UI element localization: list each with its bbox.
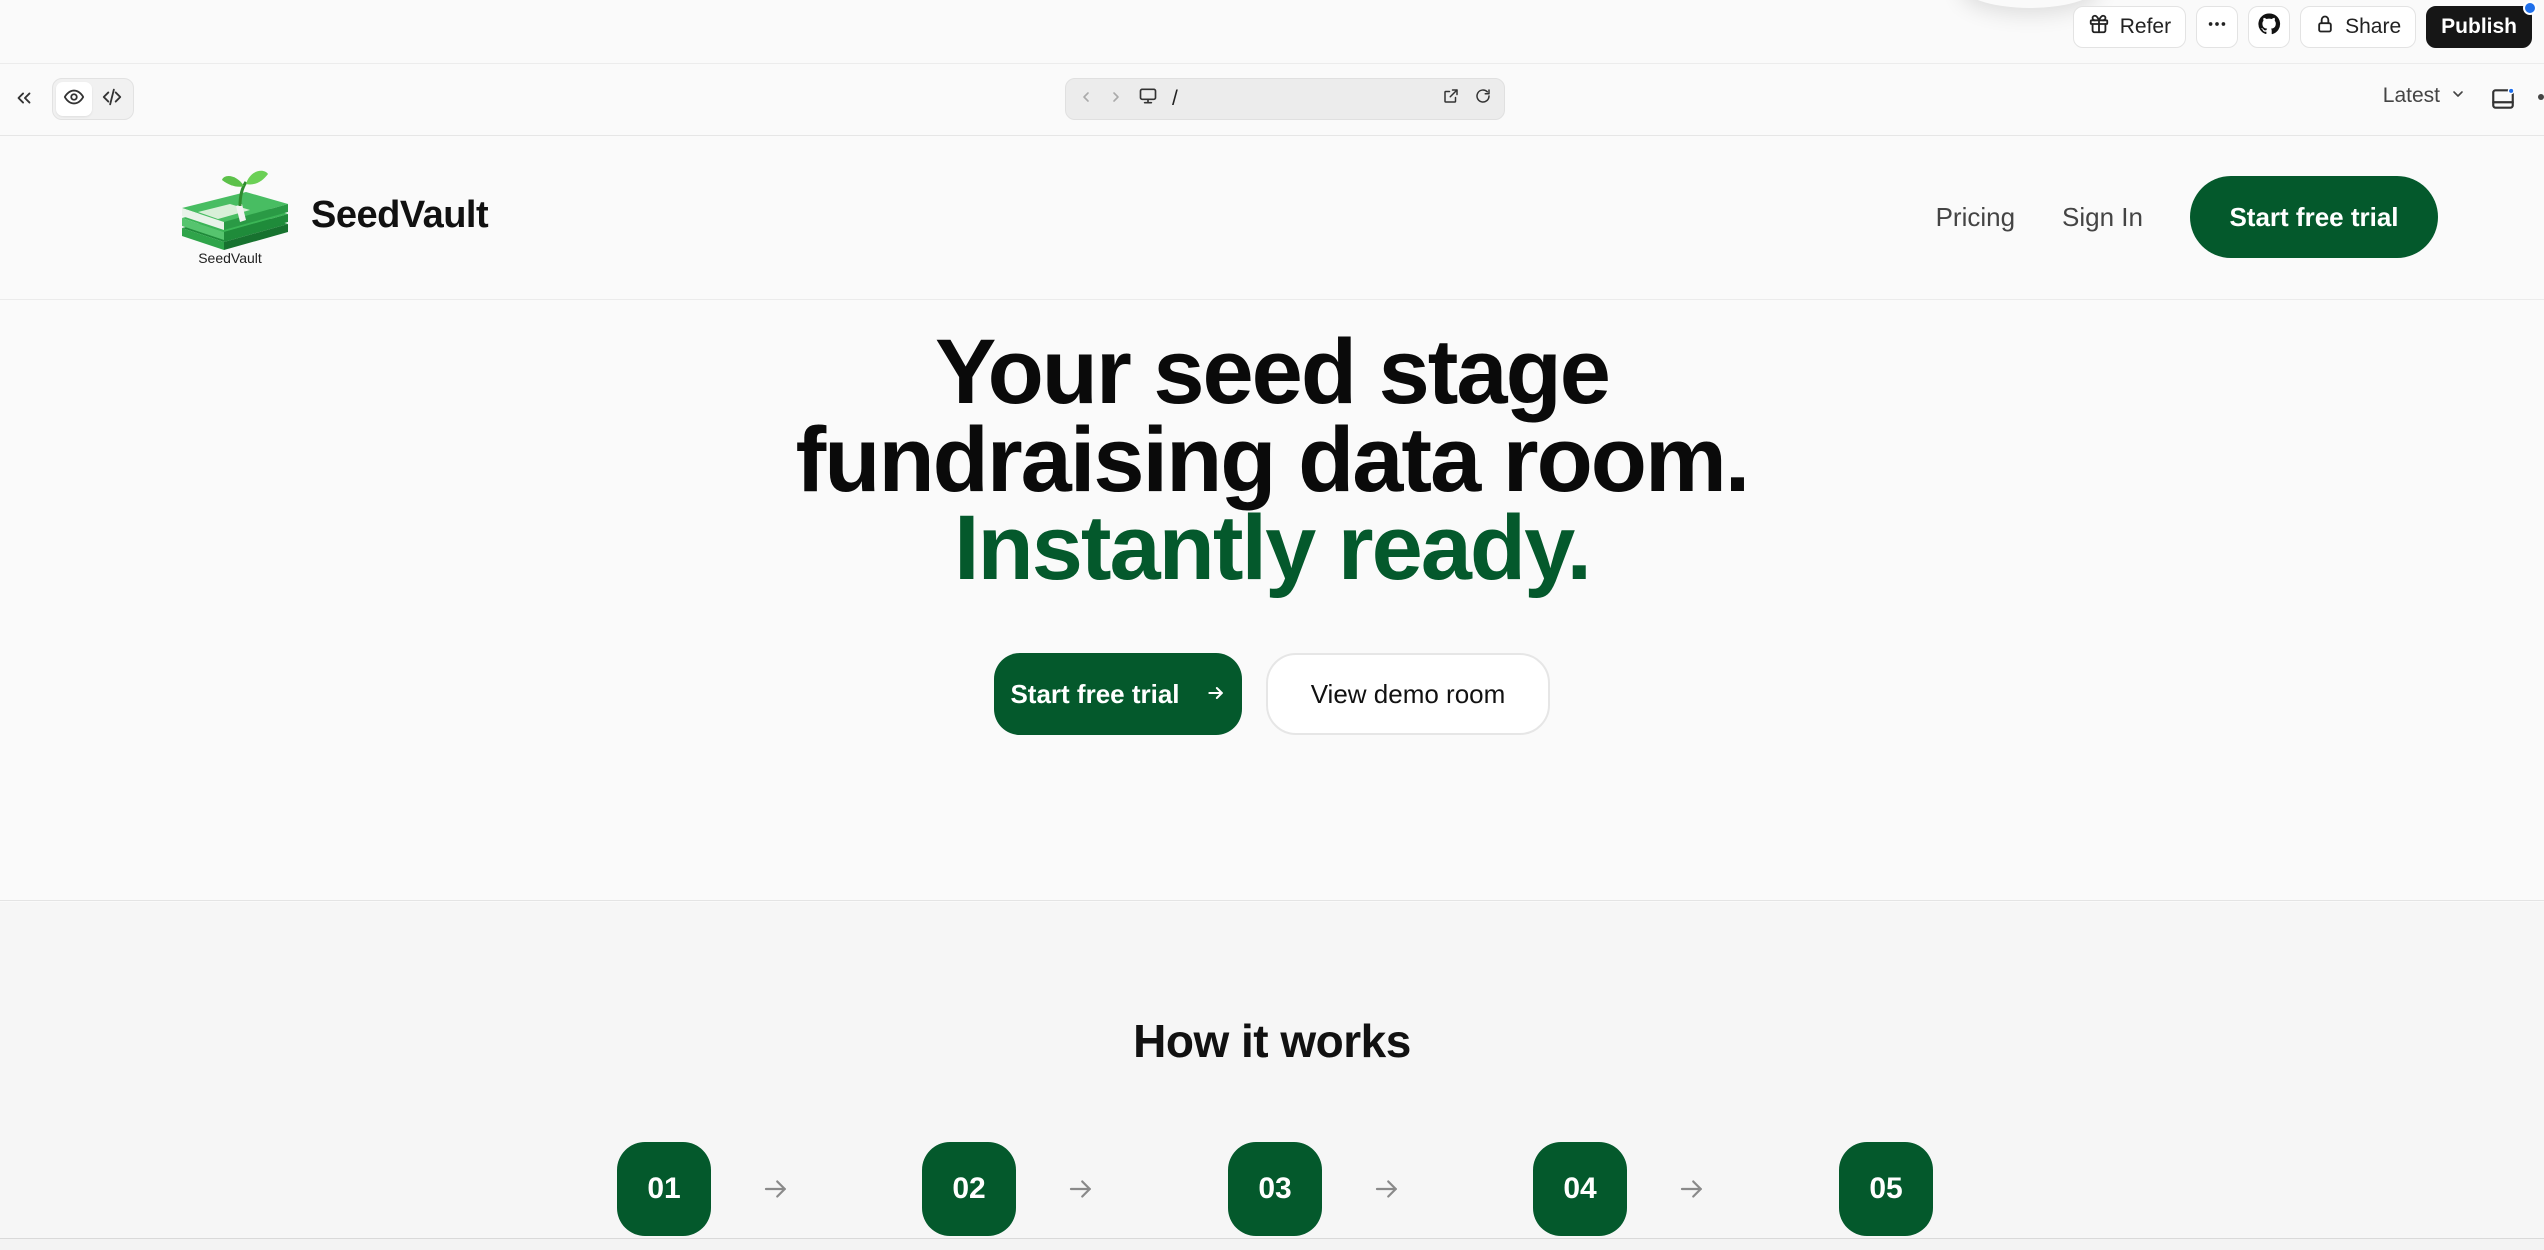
header-start-trial-button[interactable]: Start free trial [2190, 176, 2438, 258]
hero-start-trial-label: Start free trial [1010, 678, 1180, 709]
code-icon [101, 86, 123, 113]
site-header: SeedVault SeedVault Pricing Sign In Star… [0, 136, 2544, 300]
gift-icon [2088, 13, 2110, 41]
how-it-works-title: How it works [1133, 1015, 1411, 1067]
code-mode-button[interactable] [94, 82, 130, 116]
step-badge: 02 [922, 1142, 1016, 1236]
step-badge: 05 [1839, 1142, 1933, 1236]
arrow-right-icon [1206, 679, 1226, 710]
refresh-icon[interactable] [1474, 87, 1492, 111]
arrow-right-icon [761, 1174, 791, 1204]
github-icon [2257, 12, 2281, 42]
hero-section: Your seed stage fundraising data room. I… [0, 300, 2544, 901]
back-icon[interactable] [1078, 87, 1094, 111]
version-label: Latest [2382, 84, 2440, 107]
overflow-dot[interactable] [2538, 94, 2544, 100]
chevron-down-icon [2450, 84, 2466, 108]
monitor-icon[interactable] [1138, 86, 1158, 112]
preview-toolbar: / Latest [0, 64, 2544, 136]
bottom-divider [0, 1238, 2544, 1250]
layout-icon [2490, 87, 2516, 116]
step-badge: 03 [1228, 1142, 1322, 1236]
logo-caption: SeedVault [198, 250, 262, 266]
url-path[interactable]: / [1172, 87, 1428, 111]
url-bar: / [1065, 78, 1505, 120]
steps-row: 01 02 03 04 05 [617, 1142, 1937, 1236]
lock-icon [2315, 14, 2335, 40]
forward-icon[interactable] [1108, 87, 1124, 111]
view-demo-room-button[interactable]: View demo room [1266, 653, 1550, 735]
view-mode-toggle [52, 78, 134, 120]
github-button[interactable] [2248, 6, 2291, 48]
more-options-button[interactable] [2196, 6, 2239, 48]
collapse-icon [13, 87, 35, 114]
how-it-works-section: How it works 01 02 03 04 05 [0, 902, 2544, 1250]
layout-toggle-button[interactable] [2490, 86, 2516, 117]
hero-line-1: Your seed stage [935, 321, 1611, 423]
arrow-right-icon [1372, 1174, 1402, 1204]
refer-label: Refer [2119, 15, 2172, 38]
collapse-sidebar-button[interactable] [10, 86, 38, 114]
hero-start-trial-button[interactable]: Start free trial [994, 653, 1242, 735]
hero-actions: Start free trial View demo room [0, 653, 2544, 735]
step-badge: 04 [1533, 1142, 1627, 1236]
notification-dot [2523, 1, 2537, 15]
arrow-right-icon [1677, 1174, 1707, 1204]
step-badge: 01 [617, 1142, 711, 1236]
app-top-bar: Refer Share Publish [0, 0, 2544, 64]
eye-icon [63, 86, 85, 113]
share-label: Share [2345, 15, 2402, 38]
refer-button[interactable]: Refer [2072, 6, 2187, 48]
hero-headline: Your seed stage fundraising data room. I… [0, 326, 2544, 599]
preview-mode-button[interactable] [56, 82, 92, 116]
publish-button[interactable]: Publish [2426, 1, 2537, 48]
hero-line-3: Instantly ready. [953, 497, 1592, 599]
publish-label: Publish [2441, 15, 2517, 38]
arrow-right-icon [1066, 1174, 1096, 1204]
top-actions: Refer Share Publish [2072, 1, 2537, 48]
share-button[interactable]: Share [2300, 6, 2417, 48]
hero-line-2: fundraising data room. [795, 409, 1751, 511]
version-selector[interactable]: Latest [2383, 84, 2466, 108]
nav-sign-in-link[interactable]: Sign In [2062, 202, 2143, 233]
brand-name[interactable]: SeedVault [311, 194, 489, 237]
open-external-icon[interactable] [1442, 87, 1460, 111]
more-horizontal-icon [2206, 13, 2228, 41]
site-nav: Pricing Sign In Start free trial [1936, 176, 2438, 258]
nav-pricing-link[interactable]: Pricing [1936, 202, 2015, 233]
